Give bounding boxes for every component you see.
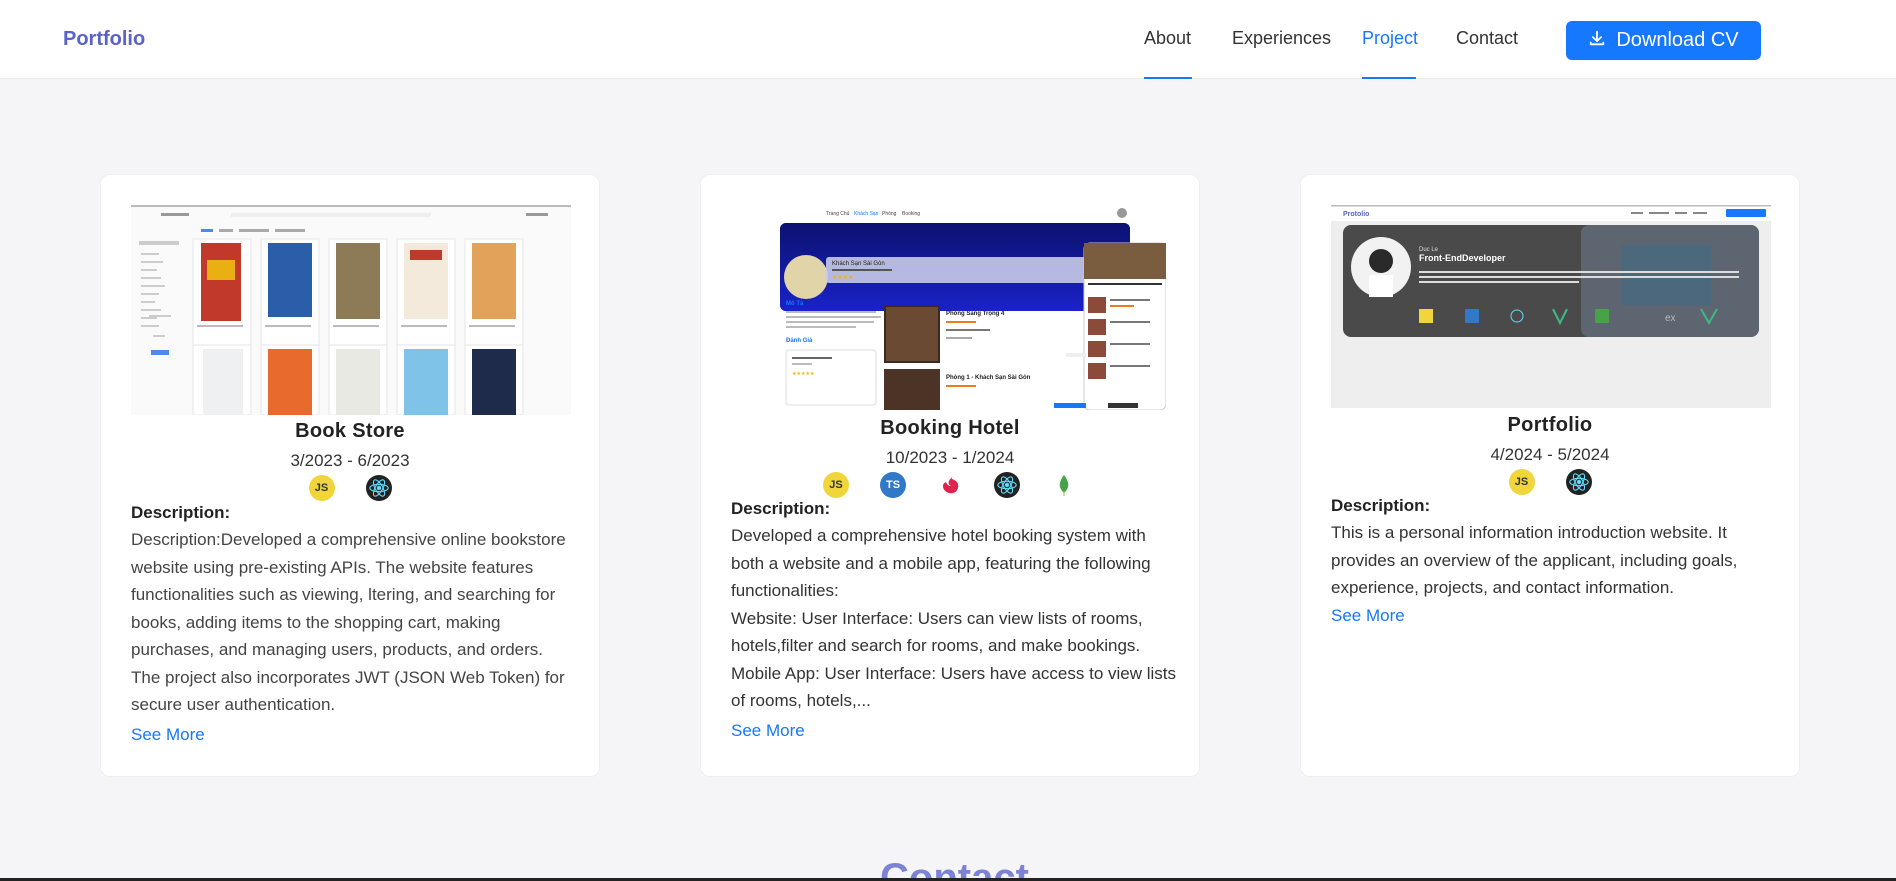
mini-nav-hotel: Khách Sạn: [854, 211, 879, 217]
top-navbar: Portfolio About Experiences Project Cont…: [0, 0, 1896, 79]
description-heading: Description:: [731, 499, 831, 518]
project-screenshot-bookstore[interactable]: [131, 205, 571, 415]
tech-stack: JS: [101, 475, 599, 501]
project-date: 4/2024 - 5/2024: [1490, 445, 1610, 464]
mini-room-2: Phòng 1 - Khách Sạn Sài Gòn: [946, 375, 1031, 381]
project-title: Booking Hotel: [880, 417, 1020, 439]
tech-stack: JS TS: [701, 472, 1199, 498]
nav-project-underline: [1362, 77, 1416, 79]
javascript-icon: JS: [308, 475, 335, 501]
svg-text:★★★★: ★★★★: [832, 274, 854, 281]
project-description: This is a personal information introduct…: [1331, 523, 1738, 597]
mini-desc-heading: Mô Tả: [786, 301, 804, 307]
project-screenshot-booking-hotel[interactable]: Trang Chủ Khách Sạn Phòng Booking Khách …: [736, 205, 1166, 410]
project-date: 3/2023 - 6/2023: [290, 451, 410, 470]
project-screenshot-portfolio[interactable]: Protolio Duc Le Front-EndDeveloper ex: [1331, 205, 1771, 408]
react-icon: [365, 475, 392, 501]
javascript-icon: JS: [1508, 469, 1535, 495]
svg-text:★★★★★: ★★★★★: [792, 371, 815, 377]
mini-role: Front-EndDeveloper: [1419, 253, 1506, 263]
project-title: Book Store: [295, 420, 405, 442]
mini-nav-booking: Booking: [902, 211, 920, 217]
javascript-icon: JS: [823, 472, 849, 498]
download-icon: [1588, 29, 1606, 53]
see-more-link[interactable]: See More: [131, 725, 205, 745]
download-cv-label: Download CV: [1616, 29, 1739, 51]
mini-nav-home: Trang Chủ: [826, 210, 850, 217]
description-heading: Description:: [1331, 496, 1431, 515]
see-more-link[interactable]: See More: [1331, 606, 1405, 626]
project-description: Developed a comprehensive hotel booking …: [731, 526, 1177, 710]
download-cv-button[interactable]: Download CV: [1566, 21, 1761, 60]
react-icon: [1565, 469, 1592, 495]
project-title: Portfolio: [1507, 414, 1593, 436]
mongodb-icon: [1051, 472, 1077, 498]
project-card-bookstore: Book Store 3/2023 - 6/2023 JS Descriptio…: [100, 174, 600, 777]
mini-nav-room: Phòng: [882, 211, 897, 217]
see-more-link[interactable]: See More: [731, 721, 805, 741]
nav-about-underline: [1144, 77, 1192, 79]
mini-brand: Protolio: [1343, 211, 1369, 218]
typescript-icon: TS: [880, 472, 906, 498]
tech-stack: JS: [1301, 469, 1799, 495]
project-date: 10/2023 - 1/2024: [885, 448, 1015, 467]
project-card-portfolio: Protolio Duc Le Front-EndDeveloper ex Po…: [1300, 174, 1800, 777]
react-icon: [994, 472, 1020, 498]
nav-experiences[interactable]: Experiences: [1232, 28, 1331, 49]
nestjs-icon: [937, 472, 963, 498]
mini-review-heading: Đánh Giá: [786, 338, 813, 344]
description-heading: Description:: [131, 503, 231, 522]
nav-about[interactable]: About: [1144, 28, 1191, 49]
project-card-booking-hotel: Trang Chủ Khách Sạn Phòng Booking Khách …: [700, 174, 1200, 777]
mini-hotel-name: Khách Sạn Sài Gòn: [832, 261, 885, 267]
nav-contact[interactable]: Contact: [1456, 28, 1518, 49]
mini-room-1: Phòng Sang Trọng 4: [946, 311, 1005, 317]
svg-text:ex: ex: [1665, 313, 1676, 324]
brand-logo[interactable]: Portfolio: [63, 28, 145, 51]
nav-project[interactable]: Project: [1362, 28, 1418, 49]
project-description: Description:Developed a comprehensive on…: [131, 530, 566, 714]
